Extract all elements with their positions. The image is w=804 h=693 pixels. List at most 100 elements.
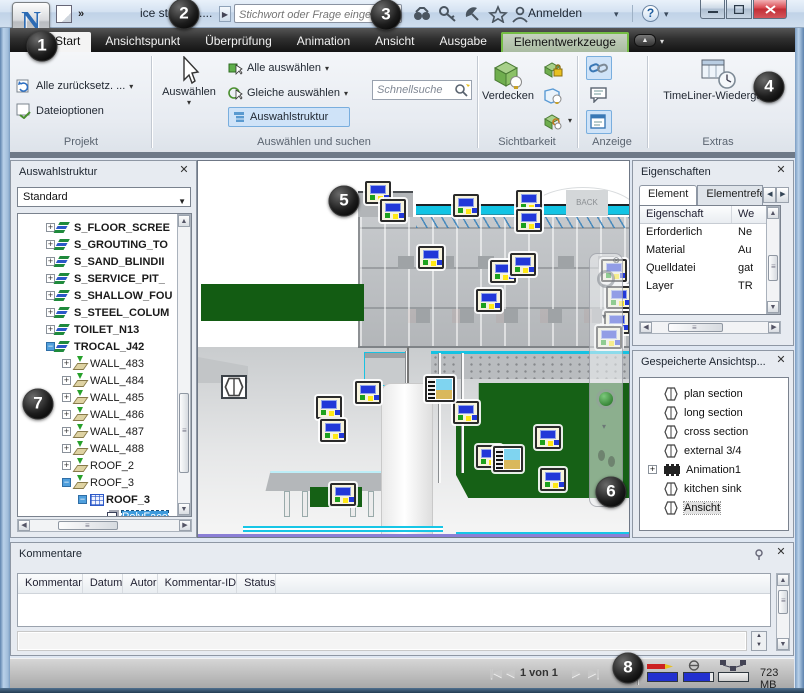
reset-all-dropdown-icon[interactable]: ▾ (129, 82, 133, 91)
tree-item[interactable]: WALL_483 (18, 355, 191, 372)
scroll-right-icon[interactable]: ▶ (768, 322, 780, 333)
scroll-thumb[interactable]: ≡ (58, 521, 118, 530)
tree-expander[interactable] (46, 308, 55, 317)
hyperlink-marker-icon[interactable] (425, 376, 455, 402)
hyperlink-marker-icon[interactable] (418, 246, 444, 269)
steering-wheel-icon[interactable] (597, 270, 615, 288)
properties-window-button[interactable] (586, 110, 612, 134)
tree-vertical-scrollbar[interactable]: ▲ ▼ ≡ (177, 214, 191, 516)
navigation-bar-close-icon[interactable]: ⊗ (612, 255, 620, 266)
new-file-icon[interactable] (56, 5, 72, 23)
quick-find-box[interactable]: Schnellsuche (372, 80, 472, 100)
column-header-property[interactable]: Eigenschaft (640, 206, 732, 223)
hyperlink-marker-icon[interactable] (510, 253, 536, 276)
pan-tool-icon[interactable] (598, 450, 605, 461)
comments-column-header[interactable]: Kommentar-ID (158, 574, 238, 593)
tab-element[interactable]: Element (639, 185, 698, 205)
ribbon-tab[interactable]: Elementwerkzeuge (500, 32, 629, 52)
tab-scroll-left-icon[interactable]: ◀ (763, 187, 777, 203)
hyperlink-marker-icon[interactable] (476, 289, 502, 312)
hyperlink-marker-icon[interactable] (320, 419, 346, 442)
saved-viewpoint-item[interactable]: kitchen sink (640, 479, 788, 498)
tree-expander[interactable] (46, 257, 55, 266)
sign-in-dropdown-icon[interactable]: ▾ (614, 9, 619, 20)
file-options-button[interactable]: Dateioptionen (16, 101, 104, 121)
saved-viewpoint-item[interactable]: cross section (640, 422, 788, 441)
first-sheet-icon[interactable]: |◀ (490, 666, 502, 679)
tree-expander[interactable] (46, 240, 55, 249)
saved-viewpoint-item[interactable]: external 3/4 (640, 441, 788, 460)
tree-expander[interactable] (78, 495, 87, 504)
property-row[interactable]: Material Au (640, 242, 780, 260)
tree-item[interactable]: PolyFace (18, 508, 191, 516)
hyperlink-marker-icon[interactable] (330, 483, 356, 506)
hyperlink-marker-icon[interactable] (493, 446, 523, 472)
favorites-star-icon[interactable] (488, 4, 508, 24)
saved-viewpoints-close-icon[interactable]: ✕ (775, 355, 787, 367)
tree-mode-dropdown[interactable]: Standard ▼ (17, 187, 191, 207)
tree-item[interactable]: WALL_484 (18, 372, 191, 389)
pin-icon[interactable] (753, 549, 765, 561)
saved-viewpoint-item[interactable]: Ansicht (640, 498, 788, 517)
subscription-satellite-icon[interactable] (463, 5, 483, 23)
saved-viewpoint-item[interactable]: plan section (640, 384, 788, 403)
require-button[interactable] (540, 84, 566, 108)
unhide-all-dropdown-icon[interactable]: ▾ (568, 116, 572, 125)
tree-expander[interactable] (62, 359, 71, 368)
selection-tree-close-icon[interactable]: ✕ (178, 165, 190, 177)
tree-item[interactable]: S_FLOOR_SCREE (18, 219, 191, 236)
tree-expander[interactable] (62, 427, 71, 436)
orbit-tool-icon[interactable] (599, 392, 613, 406)
title-expand-button[interactable]: ▶ (219, 6, 231, 22)
hyperlink-marker-icon[interactable] (453, 194, 479, 217)
selection-tree-button[interactable]: Auswahlstruktur (228, 107, 350, 127)
tree-expander[interactable] (62, 393, 71, 402)
comment-input-field[interactable] (17, 631, 747, 651)
property-row[interactable]: Layer TR (640, 278, 780, 296)
property-row[interactable]: Quelldatei gat (640, 260, 780, 278)
close-button[interactable] (753, 0, 787, 19)
links-toggle-button[interactable] (586, 56, 612, 80)
help-dropdown-icon[interactable]: ▾ (664, 9, 669, 20)
viewpoint-marker-icon[interactable] (221, 375, 247, 399)
scroll-left-icon[interactable]: ◀ (18, 520, 30, 531)
column-header-value[interactable]: We (732, 206, 754, 223)
select-button[interactable]: Auswählen ▾ (158, 56, 220, 107)
navbar-chevron-icon[interactable]: ▾ (602, 422, 606, 431)
tree-expander[interactable] (62, 461, 71, 470)
navbar-chevron-icon[interactable]: ▾ (602, 312, 606, 321)
ribbon-minimize-button[interactable]: ▲ (634, 34, 656, 47)
search-binoculars-icon[interactable] (412, 5, 432, 23)
hide-unselected-button[interactable] (540, 58, 566, 82)
last-sheet-icon[interactable]: ▶| (588, 666, 600, 679)
comments-vertical-scrollbar[interactable]: ▲ ▼ ≡ (776, 573, 790, 651)
scroll-thumb[interactable]: ≡ (179, 393, 189, 473)
tree-expander[interactable] (62, 376, 71, 385)
minimize-button[interactable] (700, 0, 725, 19)
tree-expander[interactable] (46, 274, 55, 283)
scroll-down-icon[interactable]: ▼ (178, 503, 190, 515)
tree-item[interactable]: S_SHALLOW_FOU (18, 287, 191, 304)
tree-item[interactable]: ROOF_3 (18, 474, 191, 491)
next-sheet-icon[interactable]: ▶ (572, 666, 580, 679)
select-dropdown-icon[interactable]: ▾ (187, 98, 191, 107)
comment-spinner[interactable]: ▲ ▼ (751, 631, 767, 651)
hyperlink-marker-icon[interactable] (355, 381, 381, 404)
reset-all-button[interactable]: Alle zurücksetz. ... ▾ (16, 76, 133, 96)
tree-expander[interactable] (62, 478, 71, 487)
tree-item[interactable]: WALL_488 (18, 440, 191, 457)
previous-sheet-icon[interactable]: ◀ (506, 666, 514, 679)
maximize-button[interactable] (726, 0, 752, 19)
scroll-thumb[interactable]: ≡ (768, 255, 778, 281)
scroll-thumb[interactable]: ≡ (668, 323, 723, 332)
quick-find-icon[interactable] (453, 82, 471, 98)
scroll-left-icon[interactable]: ◀ (640, 322, 652, 333)
communication-key-icon[interactable] (438, 5, 458, 23)
ribbon-tab[interactable]: Ansicht (364, 32, 425, 52)
scroll-up-icon[interactable]: ▲ (178, 215, 190, 227)
tree-expander[interactable] (46, 291, 55, 300)
scroll-right-icon[interactable]: ▶ (179, 520, 191, 531)
tree-item[interactable]: ROOF_3 (18, 491, 191, 508)
comments-column-header[interactable]: Datum (83, 574, 124, 593)
tree-item[interactable]: S_SERVICE_PIT_ (18, 270, 191, 287)
